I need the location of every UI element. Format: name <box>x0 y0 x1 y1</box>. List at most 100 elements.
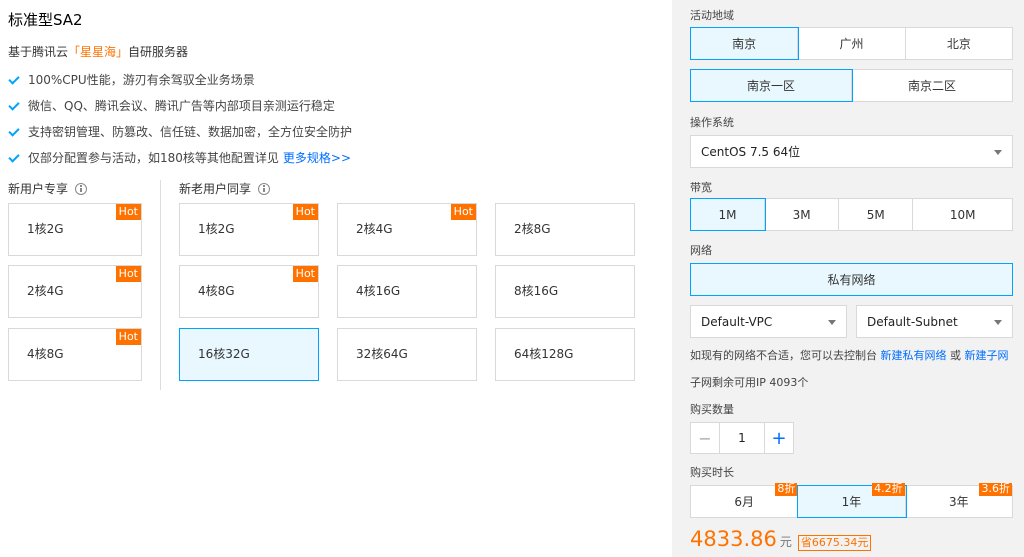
bandwidth-option-1m[interactable]: 1M <box>689 198 767 231</box>
bandwidth-option-5m[interactable]: 5M <box>839 199 914 230</box>
product-section: 标准型SA2 基于腾讯云「星星海」自研服务器 100%CPU性能，游刃有余驾驭全… <box>0 0 660 557</box>
bandwidth-selector: 1M 3M 5M 10M <box>689 198 1013 231</box>
zone-selector: 南京一区 南京二区 <box>690 69 1013 102</box>
feature-item: 微信、QQ、腾讯会议、腾讯广告等内部项目亲测运行稳定 <box>8 98 352 124</box>
price-value: 4833.86 <box>690 527 777 551</box>
duration-option-3y[interactable]: 3年 3.6折 <box>906 482 1012 517</box>
config-card[interactable]: 1核2G Hot <box>179 203 319 256</box>
card-label: 4核8G <box>27 347 64 361</box>
check-icon <box>8 99 20 111</box>
hot-badge: Hot <box>115 329 141 345</box>
config-card[interactable]: 2核8G <box>495 203 635 256</box>
card-label: 2核4G <box>27 284 64 298</box>
region-option-nanjing[interactable]: 南京 <box>689 27 800 60</box>
region-label: 活动地域 <box>690 9 734 22</box>
feature-text: 微信、QQ、腾讯会议、腾讯广告等内部项目亲测运行稳定 <box>28 99 335 113</box>
caret-down-icon <box>994 150 1002 155</box>
quantity-increase-button[interactable]: + <box>765 423 793 453</box>
new-user-label-text: 新用户专享 <box>8 182 69 196</box>
config-card[interactable]: 32核64G <box>337 328 477 381</box>
new-user-label: 新用户专享 <box>8 180 88 197</box>
config-card[interactable]: 64核128G <box>495 328 635 381</box>
zone-option-1[interactable]: 南京一区 <box>690 69 853 102</box>
price-display: 4833.86 元 省6675.34元 <box>690 527 872 551</box>
network-note: 如现有的网络不合适，您可以去控制台 新建私有网络 或 新建子网 <box>690 347 1009 363</box>
network-note-or: 或 <box>950 349 961 362</box>
os-select[interactable]: CentOS 7.5 64位 <box>690 135 1013 168</box>
region-option-guangzhou[interactable]: 广州 <box>798 28 906 59</box>
more-specs-link[interactable]: 更多规格>> <box>283 150 351 166</box>
config-card[interactable]: 8核16G <box>495 265 635 318</box>
subnet-select-value: Default-Subnet <box>867 314 958 329</box>
duration-label: 购买时长 <box>690 466 734 479</box>
duration-selector: 6月 8折 1年 4.2折 3年 3.6折 <box>690 482 1013 518</box>
config-card[interactable]: 4核8G Hot <box>179 265 319 318</box>
card-label: 4核8G <box>198 284 235 298</box>
check-icon <box>8 151 20 163</box>
check-icon <box>8 125 20 137</box>
card-label: 1核2G <box>198 222 235 236</box>
bandwidth-option-10m[interactable]: 10M <box>913 199 1012 230</box>
section-divider <box>160 180 161 390</box>
config-card[interactable]: 1核2G Hot <box>8 203 142 256</box>
card-label: 8核16G <box>514 284 559 298</box>
card-label: 32核64G <box>356 347 408 361</box>
card-label: 64核128G <box>514 347 574 361</box>
product-title: 标准型SA2 <box>8 11 83 29</box>
quantity-decrease-button[interactable]: − <box>691 423 719 453</box>
region-selector: 南京 广州 北京 <box>689 27 1013 60</box>
config-card-selected[interactable]: 16核32G <box>179 328 319 381</box>
network-note-text: 如现有的网络不合适，您可以去控制台 <box>690 349 877 362</box>
duration-option-label: 3年 <box>949 495 969 509</box>
price-unit: 元 <box>779 535 792 549</box>
hot-badge: Hot <box>292 204 318 220</box>
create-vpc-link[interactable]: 新建私有网络 <box>881 349 947 362</box>
hot-badge: Hot <box>115 266 141 282</box>
duration-option-label: 6月 <box>734 495 754 509</box>
region-option-beijing[interactable]: 北京 <box>906 28 1012 59</box>
feature-text: 仅部分配置参与活动，如180核等其他配置详见 <box>28 151 279 165</box>
card-label: 1核2G <box>27 222 64 236</box>
product-subtitle: 基于腾讯云「星星海」自研服务器 <box>8 43 188 60</box>
quantity-label: 购买数量 <box>690 403 734 416</box>
subtitle-brand: 「星星海」 <box>68 45 129 59</box>
discount-badge: 4.2折 <box>872 482 905 496</box>
config-card[interactable]: 4核16G <box>337 265 477 318</box>
quantity-stepper: − 1 + <box>690 422 794 454</box>
network-label: 网络 <box>690 244 712 257</box>
os-select-value: CentOS 7.5 64位 <box>701 145 801 159</box>
config-card[interactable]: 2核4G Hot <box>337 203 477 256</box>
all-user-label: 新老用户同享 <box>179 180 271 197</box>
network-type-option[interactable]: 私有网络 <box>690 263 1013 296</box>
subtitle-text: 基于腾讯云 <box>8 45 69 59</box>
duration-option-label: 1年 <box>841 495 862 509</box>
zone-option-2[interactable]: 南京二区 <box>852 70 1012 101</box>
purchase-panel: 活动地域 南京 广州 北京 南京一区 南京二区 操作系统 CentOS 7.5 … <box>672 0 1024 557</box>
vpc-select-value: Default-VPC <box>701 314 773 329</box>
duration-option-1y[interactable]: 1年 4.2折 <box>797 482 907 518</box>
config-card[interactable]: 2核4G Hot <box>8 265 142 318</box>
subnet-ip-note: 子网剩余可用IP 4093个 <box>690 376 809 389</box>
card-label: 2核8G <box>514 222 551 236</box>
bandwidth-label: 带宽 <box>690 181 712 194</box>
feature-item: 100%CPU性能，游刃有余驾驭全业务场景 <box>8 72 352 98</box>
vpc-select[interactable]: Default-VPC <box>690 305 847 338</box>
feature-text: 支持密钥管理、防篡改、信任链、数据加密，全方位安全防护 <box>28 125 353 139</box>
quantity-input[interactable]: 1 <box>719 423 765 453</box>
create-subnet-link[interactable]: 新建子网 <box>965 349 1009 362</box>
subnet-select[interactable]: Default-Subnet <box>856 305 1013 338</box>
info-icon[interactable] <box>75 182 88 195</box>
bandwidth-option-3m[interactable]: 3M <box>765 199 840 230</box>
card-label: 4核16G <box>356 284 401 298</box>
discount-badge: 3.6折 <box>979 482 1012 496</box>
feature-list: 100%CPU性能，游刃有余驾驭全业务场景 微信、QQ、腾讯会议、腾讯广告等内部… <box>8 72 352 176</box>
hot-badge: Hot <box>450 204 476 220</box>
feature-item: 仅部分配置参与活动，如180核等其他配置详见 更多规格>> <box>8 150 352 176</box>
caret-down-icon <box>828 320 836 325</box>
all-user-label-text: 新老用户同享 <box>179 182 252 196</box>
duration-option-6m[interactable]: 6月 8折 <box>691 483 799 517</box>
info-icon[interactable] <box>258 182 271 195</box>
os-label: 操作系统 <box>690 116 734 129</box>
config-card[interactable]: 4核8G Hot <box>8 328 142 381</box>
hot-badge: Hot <box>115 204 141 220</box>
